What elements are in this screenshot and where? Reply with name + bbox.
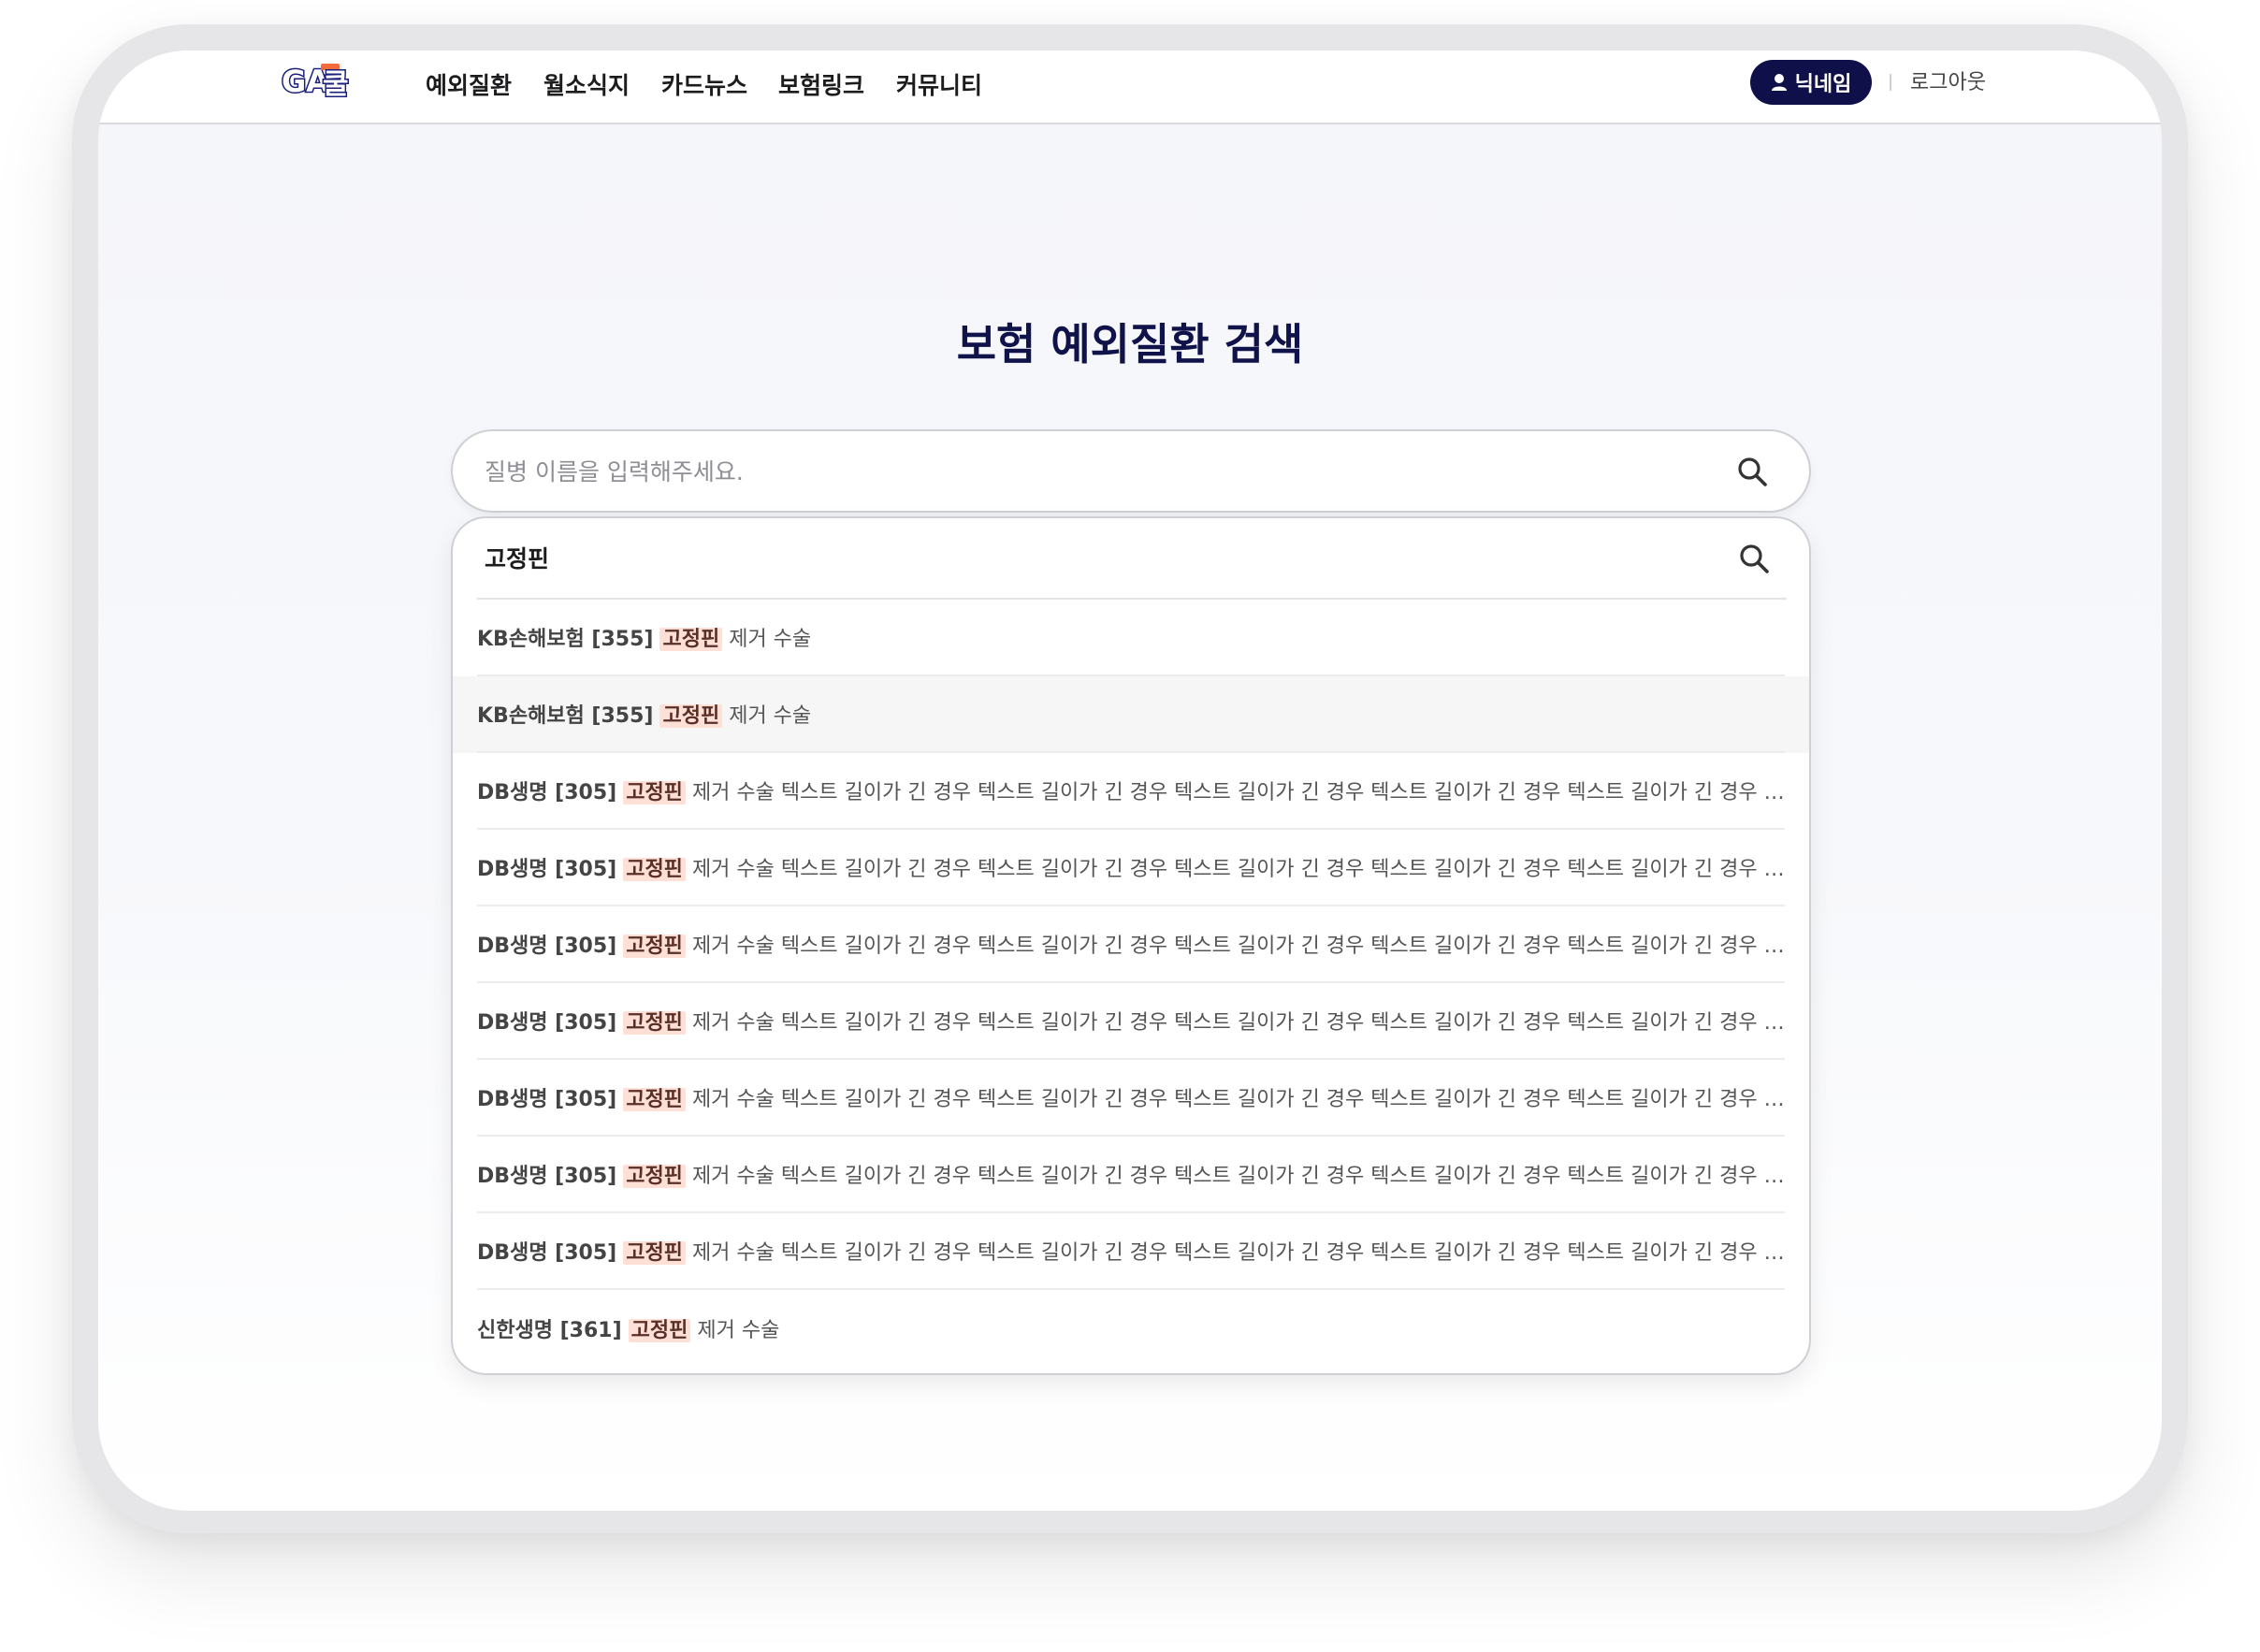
result-item[interactable]: KB손해보험 [355] 고정핀 제거 수술	[453, 676, 1809, 753]
logout-link[interactable]: 로그아웃	[1910, 67, 1986, 99]
result-item-inner: DB생명 [305] 고정핀 제거 수술 텍스트 길이가 긴 경우 텍스트 길이…	[477, 983, 1785, 1060]
result-suffix: 제거 수술 텍스트 길이가 긴 경우 텍스트 길이가 긴 경우 텍스트 길이가 …	[691, 1241, 1785, 1265]
result-item-inner: KB손해보험 [355] 고정핀 제거 수술	[477, 600, 1785, 676]
nav-divider	[1890, 74, 1891, 91]
user-profile-button[interactable]: 닉네임	[1750, 60, 1872, 105]
result-text: DB생명 [305] 고정핀 제거 수술 텍스트 길이가 긴 경우 텍스트 길이…	[477, 852, 1785, 882]
result-suffix: 제거 수술 텍스트 길이가 긴 경우 텍스트 길이가 긴 경우 텍스트 길이가 …	[691, 1165, 1785, 1188]
result-insurer: DB생명 [305]	[477, 935, 617, 958]
result-insurer: DB생명 [305]	[477, 781, 617, 804]
result-item[interactable]: DB생명 [305] 고정핀 제거 수술 텍스트 길이가 긴 경우 텍스트 길이…	[453, 753, 1809, 830]
result-highlight: 고정핀	[623, 858, 686, 881]
result-highlight: 고정핀	[628, 1319, 691, 1342]
result-highlight: 고정핀	[623, 1165, 686, 1188]
result-insurer: KB손해보험 [355]	[477, 704, 654, 728]
page-title: 보험 예외질환 검색	[956, 319, 1304, 370]
result-item-inner: DB생명 [305] 고정핀 제거 수술 텍스트 길이가 긴 경우 텍스트 길이…	[477, 1060, 1785, 1137]
result-insurer: DB생명 [305]	[477, 1088, 617, 1111]
logo-icon: GA 쿨	[281, 63, 351, 103]
result-item-inner: DB생명 [305] 고정핀 제거 수술 텍스트 길이가 긴 경우 텍스트 길이…	[477, 753, 1785, 830]
result-suffix: 제거 수술 텍스트 길이가 긴 경우 텍스트 길이가 긴 경우 텍스트 길이가 …	[691, 781, 1785, 804]
result-suffix: 제거 수술 텍스트 길이가 긴 경우 텍스트 길이가 긴 경우 텍스트 길이가 …	[691, 1088, 1785, 1111]
search-icon	[1738, 457, 1767, 486]
result-suffix: 제거 수술	[729, 628, 812, 651]
result-text: DB생명 [305] 고정핀 제거 수술 텍스트 길이가 긴 경우 텍스트 길이…	[477, 1006, 1785, 1036]
result-text: DB생명 [305] 고정핀 제거 수술 텍스트 길이가 긴 경우 텍스트 길이…	[477, 775, 1785, 805]
search-bar	[451, 429, 1811, 513]
dropdown-search-button[interactable]	[1736, 541, 1774, 578]
logo[interactable]: GA 쿨	[280, 58, 373, 103]
user-nickname: 닉네임	[1794, 73, 1852, 96]
result-suffix: 제거 수술 텍스트 길이가 긴 경우 텍스트 길이가 긴 경우 텍스트 길이가 …	[691, 1011, 1785, 1035]
nav-item-exception-disease[interactable]: 예외질환	[426, 67, 512, 105]
nav-item-insurance-link[interactable]: 보험링크	[778, 67, 864, 105]
result-item-inner: DB생명 [305] 고정핀 제거 수술 텍스트 길이가 긴 경우 텍스트 길이…	[477, 906, 1785, 983]
result-insurer: DB생명 [305]	[477, 1011, 617, 1035]
result-suffix: 제거 수술	[729, 704, 812, 728]
result-suffix: 제거 수술	[697, 1319, 780, 1342]
result-item[interactable]: DB생명 [305] 고정핀 제거 수술 텍스트 길이가 긴 경우 텍스트 길이…	[453, 1213, 1809, 1290]
result-text: KB손해보험 [355] 고정핀 제거 수술	[477, 622, 811, 652]
search-button[interactable]	[1734, 454, 1772, 491]
dropdown-header: 고정핀	[477, 518, 1787, 600]
result-text: 신한생명 [361] 고정핀 제거 수술	[477, 1313, 779, 1343]
result-highlight: 고정핀	[659, 628, 723, 651]
result-highlight: 고정핀	[623, 1088, 686, 1111]
app-screen: GA 쿨 예외질환 월소식지 카드뉴스 보험링크 커뮤니티 닉네임 로그아웃 보…	[98, 51, 2162, 1511]
result-item[interactable]: 신한생명 [361] 고정핀 제거 수술	[453, 1290, 1809, 1367]
result-highlight: 고정핀	[659, 704, 723, 728]
result-item[interactable]: DB생명 [305] 고정핀 제거 수술 텍스트 길이가 긴 경우 텍스트 길이…	[453, 1137, 1809, 1213]
result-suffix: 제거 수술 텍스트 길이가 긴 경우 텍스트 길이가 긴 경우 텍스트 길이가 …	[691, 935, 1785, 958]
result-item[interactable]: DB생명 [305] 고정핀 제거 수술 텍스트 길이가 긴 경우 텍스트 길이…	[453, 830, 1809, 906]
result-item[interactable]: DB생명 [305] 고정핀 제거 수술 텍스트 길이가 긴 경우 텍스트 길이…	[453, 983, 1809, 1060]
result-insurer: DB생명 [305]	[477, 858, 617, 881]
result-highlight: 고정핀	[623, 781, 686, 804]
result-text: DB생명 [305] 고정핀 제거 수술 텍스트 길이가 긴 경우 텍스트 길이…	[477, 929, 1785, 959]
nav-item-community[interactable]: 커뮤니티	[896, 67, 982, 105]
result-item[interactable]: DB생명 [305] 고정핀 제거 수술 텍스트 길이가 긴 경우 텍스트 길이…	[453, 906, 1809, 983]
result-insurer: KB손해보험 [355]	[477, 628, 654, 651]
result-text: KB손해보험 [355] 고정핀 제거 수술	[477, 699, 811, 729]
nav-item-card-news[interactable]: 카드뉴스	[661, 67, 747, 105]
result-suffix: 제거 수술 텍스트 길이가 긴 경우 텍스트 길이가 긴 경우 텍스트 길이가 …	[691, 858, 1785, 881]
result-insurer: 신한생명 [361]	[477, 1319, 622, 1342]
result-highlight: 고정핀	[623, 1011, 686, 1035]
svg-text:쿨: 쿨	[323, 68, 349, 101]
nav-item-monthly-news[interactable]: 월소식지	[543, 67, 630, 105]
result-item-inner: DB생명 [305] 고정핀 제거 수술 텍스트 길이가 긴 경우 텍스트 길이…	[477, 1213, 1785, 1290]
top-navigation: GA 쿨 예외질환 월소식지 카드뉴스 보험링크 커뮤니티 닉네임 로그아웃	[98, 51, 2162, 124]
user-icon	[1771, 74, 1787, 91]
result-item[interactable]: KB손해보험 [355] 고정핀 제거 수술	[453, 600, 1809, 676]
search-icon	[1740, 544, 1769, 573]
result-insurer: DB생명 [305]	[477, 1165, 617, 1188]
result-text: DB생명 [305] 고정핀 제거 수술 텍스트 길이가 긴 경우 텍스트 길이…	[477, 1082, 1785, 1112]
search-input[interactable]	[485, 448, 1701, 495]
result-list: KB손해보험 [355] 고정핀 제거 수술 KB손해보험 [355] 고정핀 제…	[453, 600, 1809, 1367]
result-insurer: DB생명 [305]	[477, 1241, 617, 1265]
result-text: DB생명 [305] 고정핀 제거 수술 텍스트 길이가 긴 경우 텍스트 길이…	[477, 1236, 1785, 1266]
result-item-inner: 신한생명 [361] 고정핀 제거 수술	[477, 1290, 1785, 1367]
autocomplete-dropdown: 고정핀 KB손해보험 [355] 고정핀 제거 수술 KB손해보험 [355] 고…	[451, 516, 1811, 1375]
result-item-inner: DB생명 [305] 고정핀 제거 수술 텍스트 길이가 긴 경우 텍스트 길이…	[477, 830, 1785, 906]
dropdown-query[interactable]: 고정핀	[485, 541, 549, 574]
result-highlight: 고정핀	[623, 1241, 686, 1265]
result-highlight: 고정핀	[623, 935, 686, 958]
result-item-inner: KB손해보험 [355] 고정핀 제거 수술	[477, 676, 1785, 753]
result-item[interactable]: DB생명 [305] 고정핀 제거 수술 텍스트 길이가 긴 경우 텍스트 길이…	[453, 1060, 1809, 1137]
result-item-inner: DB생명 [305] 고정핀 제거 수술 텍스트 길이가 긴 경우 텍스트 길이…	[477, 1137, 1785, 1213]
result-text: DB생명 [305] 고정핀 제거 수술 텍스트 길이가 긴 경우 텍스트 길이…	[477, 1159, 1785, 1189]
